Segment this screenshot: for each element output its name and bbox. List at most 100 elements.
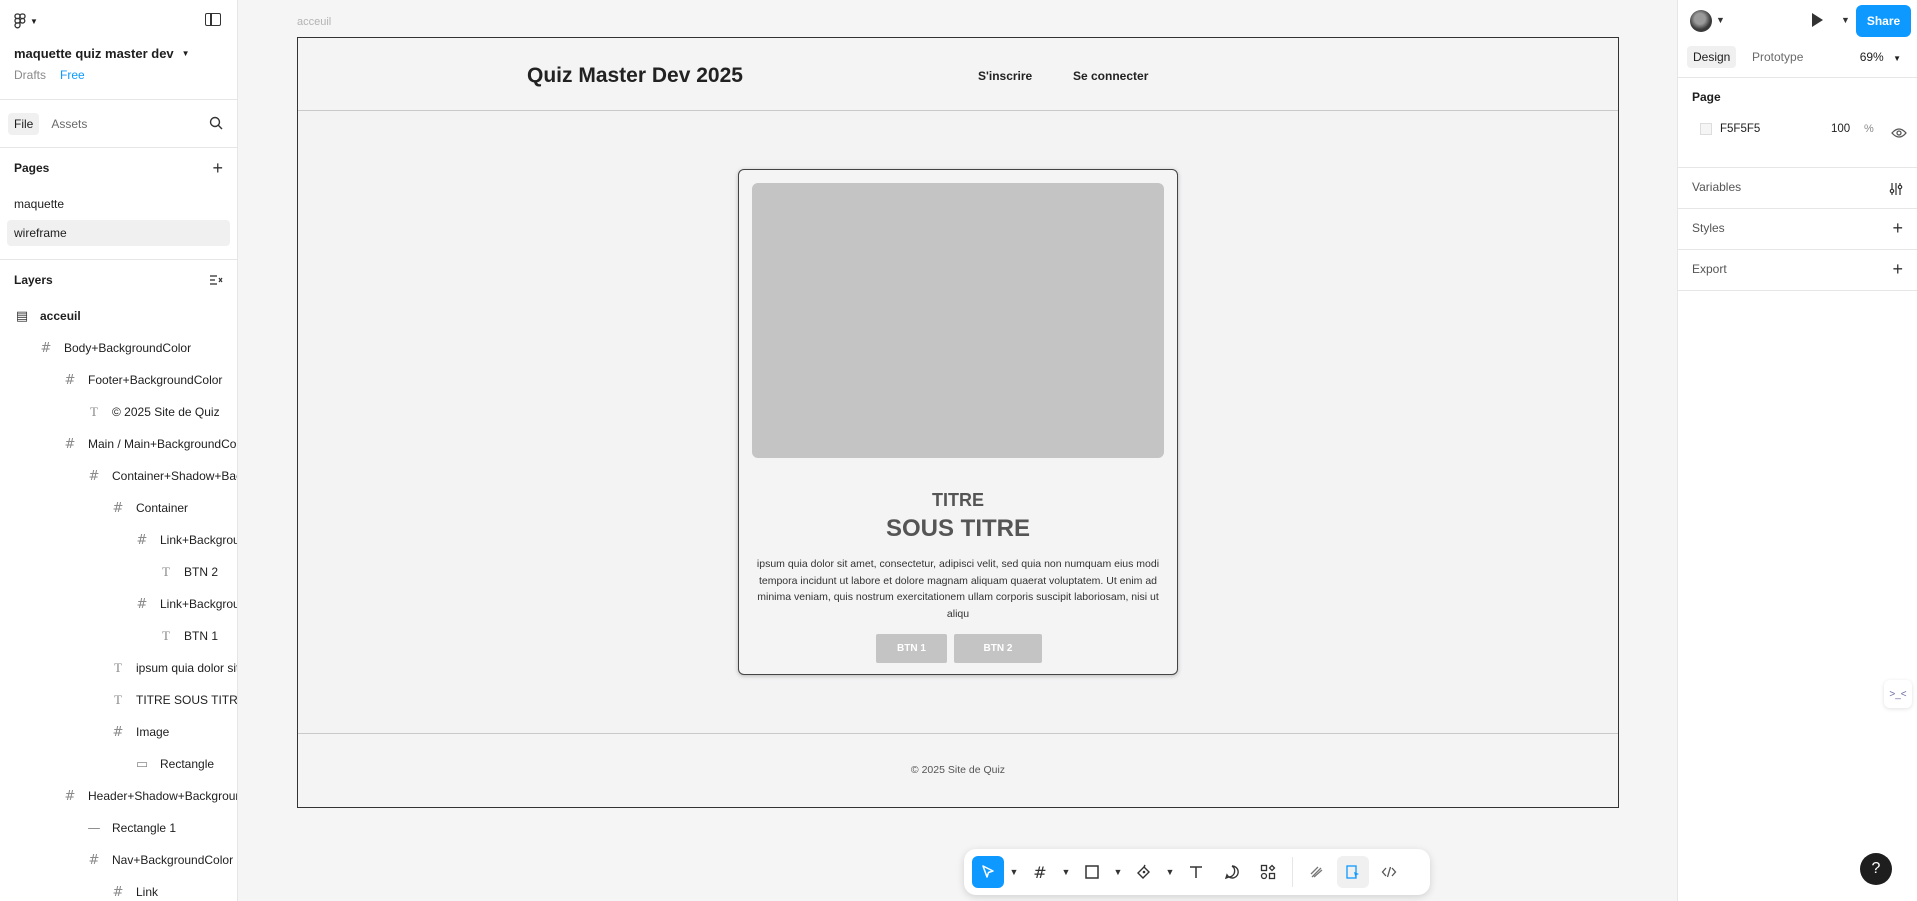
sidebar-toggle-icon[interactable] (205, 13, 221, 26)
layer-label: Footer+BackgroundColor (88, 373, 223, 387)
add-page-icon[interactable]: + (212, 159, 223, 177)
layer-row[interactable]: # Link+BackgroundColor (0, 588, 237, 620)
layers-section: Layers ▤ acceuil # Body+BackgroundColor # Foo… (0, 260, 237, 901)
image-placeholder[interactable] (752, 183, 1164, 458)
shape-tool-button[interactable] (1076, 856, 1108, 888)
left-tabs: File Assets (0, 100, 237, 148)
chevron-down-icon[interactable]: ▼ (1112, 856, 1124, 888)
plan-badge[interactable]: Free (60, 68, 85, 82)
frame-label[interactable]: acceuil (297, 16, 331, 28)
layer-row[interactable]: T TITRE SOUS TITRE (0, 684, 237, 716)
frame-acceuil[interactable]: Quiz Master Dev 2025 S'inscrire Se conne… (297, 37, 1619, 808)
layer-row[interactable]: # Link+BackgroundColor (0, 524, 237, 556)
btn-2[interactable]: BTN 2 (954, 634, 1042, 663)
chevron-down-icon: ▼ (1893, 54, 1901, 63)
main-menu-button[interactable]: ▼ (14, 13, 38, 29)
variables-label: Variables (1692, 180, 1742, 194)
layer-label: Rectangle (160, 757, 215, 771)
bottom-toolbar: ▼ # ▼ ▼ ▼ (964, 849, 1430, 895)
eye-icon[interactable] (1891, 127, 1907, 139)
content-card[interactable]: TITRE SOUS TITRE ipsum quia dolor sit am… (738, 169, 1178, 675)
layer-row[interactable]: T © 2025 Site de Quiz (0, 396, 237, 428)
layer-row[interactable]: # Container (0, 492, 237, 524)
layer-label: © 2025 Site de Quiz (112, 405, 220, 419)
chevron-down-icon[interactable]: ▼ (1060, 856, 1072, 888)
layer-row[interactable]: ▤ acceuil (0, 300, 237, 332)
chevron-down-icon[interactable]: ▼ (1164, 856, 1176, 888)
pen-icon (1137, 864, 1150, 879)
card-subtitle: SOUS TITRE (885, 515, 1030, 542)
right-panel: ▼ ▼ Share Design Prototype 69% ▼ Page F5… (1677, 0, 1917, 901)
layer-row[interactable]: T BTN 2 (0, 556, 237, 588)
layer-row[interactable]: T BTN 1 (0, 620, 237, 652)
layer-label: Main / Main+BackgroundColor (88, 437, 238, 451)
layer-label: acceuil (40, 309, 81, 323)
layer-row[interactable]: # Container+Shadow+BackgroundColor (0, 460, 237, 492)
layer-label: Nav+BackgroundColor (112, 853, 234, 867)
color-swatch[interactable] (1700, 123, 1712, 135)
layer-row[interactable]: — Rectangle 1 (0, 812, 237, 844)
frame-icon: # (136, 596, 148, 612)
file-meta: Drafts Free (14, 68, 85, 82)
chevron-down-icon[interactable]: ▼ (1716, 15, 1725, 25)
page-opacity-input[interactable]: 100 (1831, 123, 1850, 135)
dev-mode-button[interactable] (1373, 856, 1405, 888)
add-style-icon[interactable]: + (1892, 219, 1903, 237)
comment-tool-button[interactable] (1216, 856, 1248, 888)
help-button[interactable]: ? (1860, 853, 1892, 885)
tab-prototype[interactable]: Prototype (1746, 46, 1809, 68)
layer-row[interactable]: # Main / Main+BackgroundColor (0, 428, 237, 460)
variables-icon[interactable] (1889, 182, 1903, 196)
add-export-icon[interactable]: + (1892, 260, 1903, 278)
figma-logo-icon (14, 13, 26, 29)
pages-header: Pages + (0, 148, 237, 188)
tab-file[interactable]: File (8, 112, 40, 135)
chevron-down-icon[interactable]: ▼ (1008, 856, 1020, 888)
variables-section[interactable]: Variables (1678, 168, 1917, 209)
page-item-wireframe[interactable]: wireframe (7, 220, 230, 246)
layer-row[interactable]: # Link (0, 876, 237, 901)
move-tool-button[interactable] (972, 856, 1004, 888)
layer-label: BTN 1 (184, 629, 219, 643)
drafts-link[interactable]: Drafts (14, 68, 46, 82)
resources-tool-button[interactable] (1252, 856, 1284, 888)
layer-row[interactable]: # Footer+BackgroundColor (0, 364, 237, 396)
file-name[interactable]: maquette quiz master dev ▼ (14, 46, 190, 61)
share-button[interactable]: Share (1856, 5, 1911, 37)
layer-row[interactable]: Tipsum quia dolor sit amet (0, 652, 237, 684)
search-icon[interactable] (209, 116, 223, 130)
layers-list: ▤ acceuil # Body+BackgroundColor # Footer+Bac… (0, 300, 237, 901)
layer-row[interactable]: # Header+Shadow+BackgroundColor (0, 780, 237, 812)
site-footer[interactable]: © 2025 Site de Quiz (298, 733, 1618, 807)
frame-tool-button[interactable]: # (1024, 856, 1056, 888)
canvas[interactable]: acceuil Quiz Master Dev 2025 S'inscrire … (238, 0, 1678, 901)
frame-icon: # (112, 724, 124, 740)
line-icon: — (87, 820, 101, 836)
site-header[interactable]: Quiz Master Dev 2025 S'inscrire Se conne… (298, 38, 1618, 111)
design-mode-button[interactable] (1337, 856, 1369, 888)
text-tool-button[interactable] (1180, 856, 1212, 888)
avatar[interactable] (1690, 10, 1712, 32)
tab-design[interactable]: Design (1687, 46, 1737, 68)
pen-tool-button[interactable] (1128, 856, 1160, 888)
layer-row[interactable]: # Image (0, 716, 237, 748)
layer-label: Image (136, 725, 170, 739)
layer-row[interactable]: # Nav+BackgroundColor (0, 844, 237, 876)
play-icon[interactable] (1812, 13, 1823, 27)
ai-assistant-icon[interactable]: >_< (1884, 680, 1912, 708)
page-item-maquette[interactable]: maquette (7, 191, 230, 217)
tab-assets[interactable]: Assets (45, 113, 93, 135)
layer-label: Link (136, 885, 159, 899)
layer-row[interactable]: # Body+BackgroundColor (0, 332, 237, 364)
draw-mode-button[interactable] (1301, 856, 1333, 888)
collapse-layers-icon[interactable] (209, 274, 223, 286)
layer-row[interactable]: ▭ Rectangle (0, 748, 237, 780)
nav-signup-link[interactable]: S'inscrire (978, 69, 1032, 83)
btn-1[interactable]: BTN 1 (876, 634, 947, 663)
zoom-dropdown[interactable]: 69% ▼ (1860, 50, 1901, 64)
layer-label: Container+Shadow+BackgroundColor (112, 469, 237, 483)
layer-label: TITRE SOUS TITRE (136, 693, 238, 707)
chevron-down-icon[interactable]: ▼ (1841, 15, 1850, 25)
nav-login-link[interactable]: Se connecter (1073, 69, 1148, 83)
page-color-hex-input[interactable]: F5F5F5 (1720, 123, 1760, 135)
